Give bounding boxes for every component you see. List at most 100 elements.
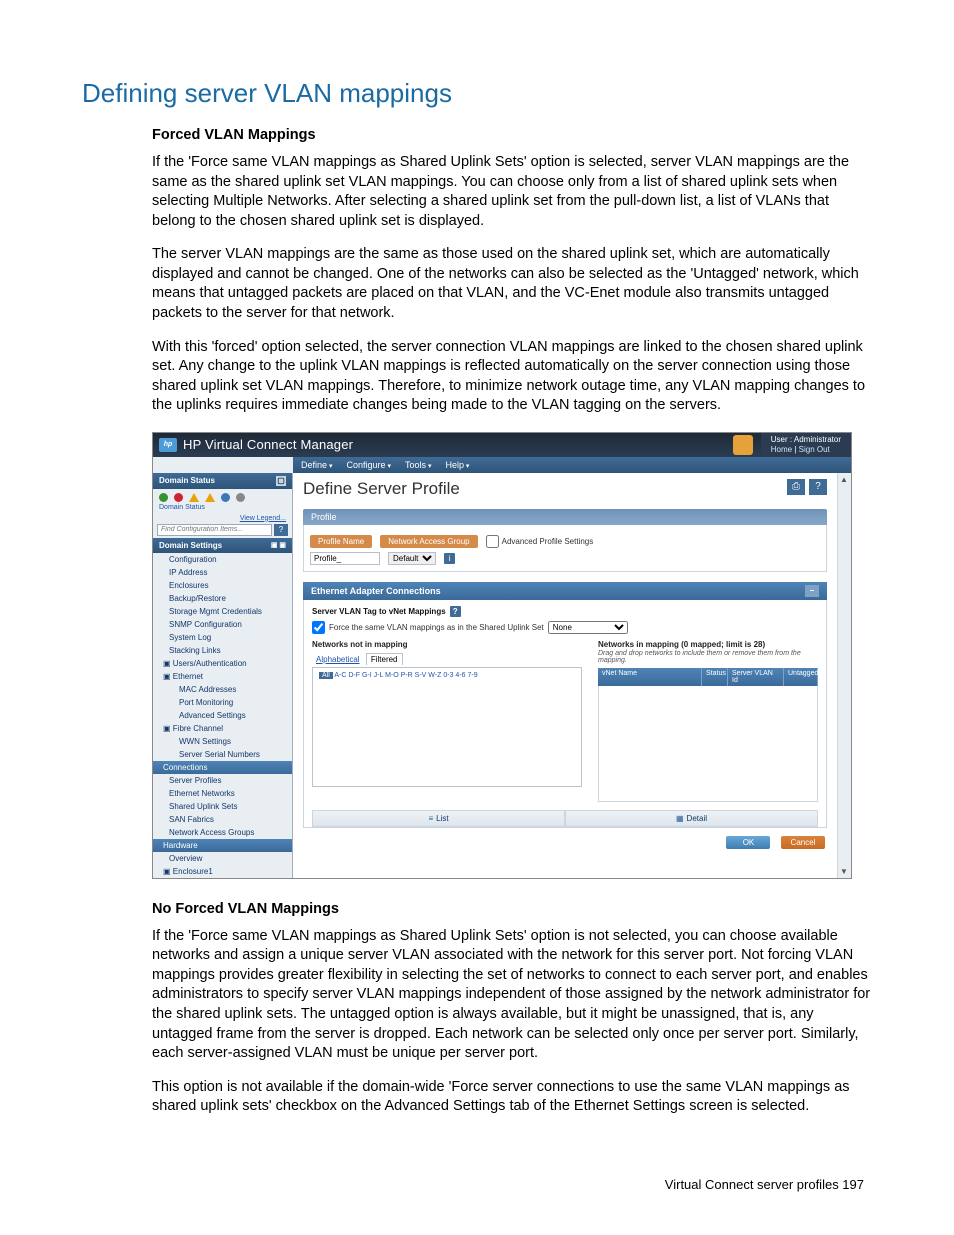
help-icon[interactable]: i	[444, 553, 455, 564]
status-warning-icon	[205, 493, 215, 502]
mapping-grid-body[interactable]	[598, 686, 818, 802]
signout-link[interactable]: Sign Out	[799, 445, 830, 454]
search-input[interactable]	[157, 524, 272, 536]
sidebar-domain-status-header: Domain Status ▢	[153, 473, 292, 489]
menubar: Define Configure Tools Help	[293, 457, 851, 473]
sidebar-item[interactable]: SAN Fabrics	[153, 813, 292, 826]
detail-view-button[interactable]: ▦Detail	[565, 810, 818, 827]
help-icon[interactable]: ?	[809, 479, 827, 495]
alpha-all[interactable]: All	[319, 672, 333, 679]
body-paragraph: If the 'Force same VLAN mappings as Shar…	[152, 927, 872, 1064]
shared-uplink-select[interactable]: None	[548, 621, 628, 634]
sidebar-item-ethernet[interactable]: ▣ Ethernet	[153, 670, 292, 683]
page-footer: Virtual Connect server profiles 197	[82, 1177, 872, 1192]
main-content: ⎙ ? Define Server Profile Profile Profil…	[293, 473, 837, 878]
alpha-range[interactable]: J-L	[374, 672, 383, 679]
sidebar-item-fibre[interactable]: ▣ Fibre Channel	[153, 722, 292, 735]
sidebar-item-enclosure[interactable]: ▣ Enclosure1	[153, 865, 292, 878]
sidebar-item[interactable]: IP Address	[153, 566, 292, 579]
status-warning-icon	[189, 493, 199, 502]
home-link[interactable]: Home	[771, 445, 792, 454]
force-vlan-checkbox[interactable]	[312, 621, 325, 634]
nag-label: Network Access Group	[380, 535, 477, 548]
alpha-range[interactable]: A-C	[334, 672, 346, 679]
sidebar-item[interactable]: Configuration	[153, 553, 292, 566]
sidebar: Domain Status ▢ Domain Status View Legen…	[153, 473, 293, 878]
sidebar-item[interactable]: System Log	[153, 631, 292, 644]
sidebar-item[interactable]: MAC Addresses	[153, 683, 292, 696]
profile-name-input[interactable]	[310, 552, 380, 565]
tab-alphabetical[interactable]: Alphabetical	[312, 654, 364, 665]
alpha-range[interactable]: P-R	[401, 672, 413, 679]
sidebar-item[interactable]: Server Serial Numbers	[153, 748, 292, 761]
cancel-button[interactable]: Cancel	[781, 836, 825, 849]
sidebar-settings-header: Domain Settings ▣ ▣	[153, 538, 292, 553]
menu-help[interactable]: Help	[445, 460, 469, 470]
sidebar-item[interactable]: Port Monitoring	[153, 696, 292, 709]
profile-name-label: Profile Name	[310, 535, 372, 548]
status-unknown-icon	[236, 493, 245, 502]
print-icon[interactable]: ⎙	[787, 479, 805, 495]
hp-logo-icon: hp	[159, 438, 177, 452]
alpha-filter: All A-C D-F G-I J-L M-O P-R S-V W-Z 0-	[319, 672, 575, 679]
sidebar-item[interactable]: Overview	[153, 852, 292, 865]
sidebar-item[interactable]: Server Profiles	[153, 774, 292, 787]
status-ok-icon	[159, 493, 168, 502]
status-icons	[153, 489, 292, 504]
advanced-checkbox[interactable]: Advanced Profile Settings	[486, 535, 594, 548]
view-legend-link[interactable]: View Legend...	[153, 515, 292, 522]
nag-select[interactable]: Default	[388, 552, 436, 565]
alpha-range[interactable]: 4-6	[455, 672, 465, 679]
menu-configure[interactable]: Configure	[346, 460, 391, 470]
header-icons[interactable]: ▣ ▣	[271, 541, 286, 549]
col-untagged: Untagged	[784, 668, 818, 686]
sidebar-item[interactable]: Storage Mgmt Credentials	[153, 605, 292, 618]
brand-icon	[733, 435, 753, 455]
vlan-mapping-title: Server VLAN Tag to vNet Mappings ?	[312, 606, 818, 617]
sidebar-item[interactable]: Stacking Links	[153, 644, 292, 657]
sidebar-item[interactable]: Enclosures	[153, 579, 292, 592]
sidebar-item[interactable]: WWN Settings	[153, 735, 292, 748]
alpha-range[interactable]: M-O	[385, 672, 399, 679]
filter-box: All A-C D-F G-I J-L M-O P-R S-V W-Z 0-	[312, 667, 582, 787]
sidebar-item[interactable]: Backup/Restore	[153, 592, 292, 605]
body-paragraph: With this 'forced' option selected, the …	[152, 338, 872, 416]
advanced-checkbox-input[interactable]	[486, 535, 499, 548]
help-icon[interactable]: ?	[450, 606, 461, 617]
sidebar-item[interactable]: Shared Uplink Sets	[153, 800, 292, 813]
force-vlan-label: Force the same VLAN mappings as in the S…	[329, 623, 544, 632]
main-title: Define Server Profile	[303, 479, 827, 499]
search-go-icon[interactable]: ?	[274, 524, 288, 536]
alpha-range[interactable]: D-F	[348, 672, 360, 679]
col-server-vlan-id: Server VLAN Id	[728, 668, 784, 686]
list-view-button[interactable]: ≡List	[312, 810, 565, 827]
tab-filtered[interactable]: Filtered	[366, 653, 403, 665]
menu-tools[interactable]: Tools	[405, 460, 431, 470]
section-heading-no-forced: No Forced VLAN Mappings	[152, 901, 872, 917]
collapse-icon[interactable]: –	[805, 585, 819, 597]
sidebar-item[interactable]: Ethernet Networks	[153, 787, 292, 800]
alpha-range[interactable]: W-Z	[428, 672, 441, 679]
sidebar-item[interactable]: SNMP Configuration	[153, 618, 292, 631]
alpha-range[interactable]: S-V	[415, 672, 427, 679]
collapse-icon[interactable]: ▢	[276, 476, 286, 486]
sidebar-item[interactable]: Network Access Groups	[153, 826, 292, 839]
ok-button[interactable]: OK	[726, 836, 770, 849]
app-topbar: hp HP Virtual Connect Manager User : Adm…	[153, 433, 851, 457]
sidebar-item-connections[interactable]: Connections	[153, 761, 292, 774]
profile-panel-header: Profile	[303, 509, 827, 525]
networks-not-mapped-title: Networks not in mapping	[312, 640, 582, 649]
app-screenshot: hp HP Virtual Connect Manager User : Adm…	[152, 432, 852, 879]
alpha-range[interactable]: 0-3	[443, 672, 453, 679]
sidebar-item-users[interactable]: ▣ Users/Authentication	[153, 657, 292, 670]
menu-define[interactable]: Define	[301, 460, 332, 470]
app-title: HP Virtual Connect Manager	[183, 437, 733, 452]
alpha-range[interactable]: G-I	[362, 672, 372, 679]
scrollbar[interactable]	[837, 473, 851, 878]
sidebar-item-hardware[interactable]: Hardware	[153, 839, 292, 852]
mapping-grid-header: vNet Name Status Server VLAN Id Untagged	[598, 668, 818, 686]
alpha-range[interactable]: 7-9	[468, 672, 478, 679]
col-vnet-name: vNet Name	[598, 668, 702, 686]
networks-mapped-hint: Drag and drop networks to include them o…	[598, 650, 818, 664]
sidebar-item[interactable]: Advanced Settings	[153, 709, 292, 722]
